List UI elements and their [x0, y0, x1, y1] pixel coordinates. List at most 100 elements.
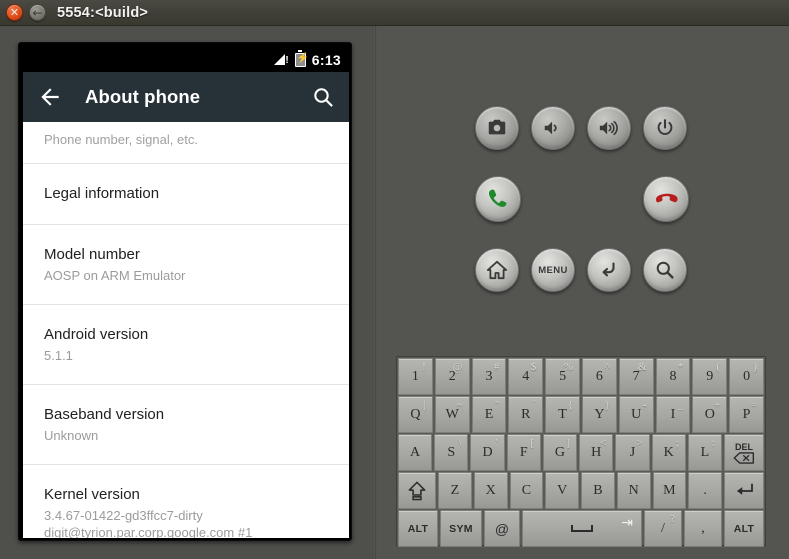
key-5[interactable]: 5% [545, 358, 580, 395]
key-z[interactable]: Z [438, 472, 472, 509]
key-label: DEL [734, 441, 753, 452]
key-label: 1 [411, 368, 419, 384]
list-item-title: Legal information [44, 185, 160, 202]
key-shift-label: ~ [456, 399, 463, 411]
android-device: ! ⚡ 6:13 About phone Phone number, signa… [18, 42, 352, 541]
end-call-button[interactable] [643, 176, 689, 222]
list-item-subtitle: AOSP on ARM Emulator [44, 268, 186, 283]
key-m[interactable]: M [652, 472, 687, 509]
key-2[interactable]: 2 @ [434, 358, 470, 395]
battery-charging-icon: ⚡ [294, 50, 309, 67]
home-icon [486, 260, 508, 280]
device-pane: ! ⚡ 6:13 About phone Phone number, signa… [0, 26, 374, 559]
key-j[interactable]: J > [615, 434, 650, 471]
key-slash[interactable]: / ? [644, 510, 682, 547]
key-period[interactable]: . [688, 472, 722, 509]
key-t[interactable]: T{ [545, 396, 580, 433]
list-item-subtitle: 5.1.1 [44, 348, 73, 363]
camera-button[interactable] [475, 106, 519, 150]
key-k[interactable]: K; [651, 434, 686, 471]
key-i[interactable]: I _ [655, 396, 691, 433]
device-screen[interactable]: ! ⚡ 6:13 About phone Phone number, signa… [23, 47, 349, 538]
key-enter[interactable] [724, 472, 764, 509]
key-sym[interactable]: SYM [440, 510, 482, 547]
key-shift-label: @ [452, 361, 463, 373]
volume-up-button[interactable] [587, 106, 631, 150]
key-o[interactable]: O + [692, 396, 728, 433]
key-h[interactable]: H < [579, 434, 614, 471]
key-w[interactable]: W ~ [434, 396, 470, 433]
search-button[interactable] [643, 248, 687, 292]
key-label: X [485, 482, 496, 498]
key-0[interactable]: 0) [729, 358, 764, 395]
key-u[interactable]: U- [618, 396, 654, 433]
list-item[interactable]: Phone number, signal, etc. [23, 122, 349, 164]
key-shift-label: ] [566, 437, 571, 449]
key-shift-label: { [567, 399, 573, 411]
status-bar-clock: 6:13 [311, 51, 341, 68]
key-4[interactable]: 4 $ [508, 358, 544, 395]
key-shift-label: % [563, 361, 573, 373]
key-a[interactable]: A [398, 434, 433, 471]
key-x[interactable]: X [473, 472, 508, 509]
key-label: L [700, 444, 710, 460]
list-item[interactable]: Baseband version Unknown [23, 385, 349, 465]
key-space[interactable]: ⇥ [522, 510, 642, 547]
key-f[interactable]: F[ [506, 434, 541, 471]
key-1[interactable]: 1! [398, 358, 433, 395]
key-label: K [663, 444, 674, 460]
key-6[interactable]: 6 ^ [581, 358, 617, 395]
list-item[interactable]: Kernel version 3.4.67-01422-gd3ffcc7-dir… [23, 465, 349, 538]
key-at[interactable]: @ [484, 510, 520, 547]
home-button[interactable] [475, 248, 519, 292]
hardware-keyboard: 1! 2 @ 3 # 4 $ 5% 6 ^ 7 & 8 * 9( 0) Q | W ~ E " R… [396, 356, 766, 547]
key-c[interactable]: C [509, 472, 544, 509]
key-label: R [521, 406, 531, 422]
key-alt-right[interactable]: ALT [724, 510, 764, 547]
about-phone-list[interactable]: Phone number, signal, etc. Legal informa… [23, 122, 349, 538]
key-l[interactable]: L: [687, 434, 722, 471]
key-label: ALT [407, 522, 429, 535]
key-s[interactable]: S \ [434, 434, 469, 471]
key-shift-label: ^ [604, 361, 610, 373]
volume-down-button[interactable] [531, 106, 575, 150]
back-arrow-icon[interactable] [37, 84, 63, 110]
key-y[interactable]: Y} [581, 396, 617, 433]
key-shift-label: ; [675, 437, 679, 449]
list-item[interactable]: Android version 5.1.1 [23, 305, 349, 385]
key-shift-label: & [638, 361, 647, 373]
key-n[interactable]: N [616, 472, 651, 509]
key-9[interactable]: 9( [692, 358, 728, 395]
key-b[interactable]: B [581, 472, 615, 509]
backspace-icon [733, 451, 754, 464]
menu-button[interactable]: MENU [531, 248, 575, 292]
list-item[interactable]: Legal information [23, 164, 349, 225]
key-r[interactable]: R ` [508, 396, 544, 433]
window-close-button[interactable]: ✕ [6, 4, 23, 21]
list-item[interactable]: Model number AOSP on ARM Emulator [23, 225, 349, 305]
key-delete[interactable]: DEL [723, 434, 764, 471]
key-7[interactable]: 7 & [618, 358, 654, 395]
key-v[interactable]: V [545, 472, 579, 509]
key-3[interactable]: 3 # [471, 358, 507, 395]
key-p[interactable]: P = [729, 396, 764, 433]
key-alt-left[interactable]: ALT [398, 510, 438, 547]
key-shift-label: $ [530, 361, 537, 373]
key-q[interactable]: Q | [398, 396, 433, 433]
key-e[interactable]: E " [471, 396, 507, 433]
keyboard-row-bottom-letters: Z X C V B N M . [398, 472, 764, 509]
power-button[interactable] [643, 106, 687, 150]
window-titlebar: ✕ ← 5554:<build> [0, 0, 789, 26]
back-button[interactable] [587, 248, 631, 292]
search-icon[interactable] [311, 85, 335, 109]
key-8[interactable]: 8 * [655, 358, 691, 395]
key-shift[interactable] [398, 472, 436, 509]
key-g[interactable]: G] [542, 434, 578, 471]
key-d[interactable]: D ' [470, 434, 505, 471]
key-label: S [447, 444, 456, 460]
key-comma[interactable]: , [684, 510, 722, 547]
window-minimize-button[interactable]: ← [29, 4, 46, 21]
page-title: About phone [85, 86, 201, 107]
emulator-workspace: ! ⚡ 6:13 About phone Phone number, signa… [0, 26, 789, 559]
call-button[interactable] [475, 176, 521, 222]
